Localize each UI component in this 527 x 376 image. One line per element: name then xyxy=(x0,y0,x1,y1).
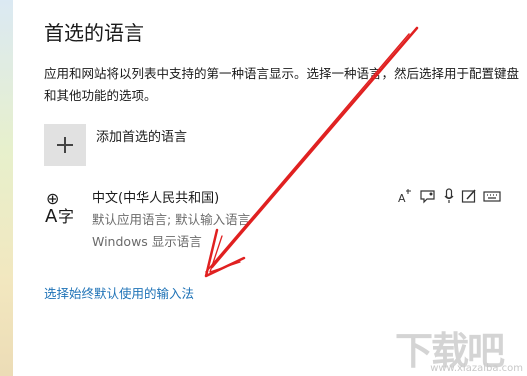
keyboard-icon xyxy=(483,191,501,202)
add-language-label: 添加首选的语言 xyxy=(96,130,188,145)
watermark-logo: 下载吧 www.xiazaiba.com xyxy=(395,318,525,374)
svg-text:字: 字 xyxy=(58,207,74,226)
microphone-icon xyxy=(444,188,454,203)
language-item-chinese[interactable]: ⊕ A 字 中文(中华人民共和国) 默认应用语言; 默认输入语言 Windows… xyxy=(44,184,514,250)
watermark-url: www.xiazaiba.com xyxy=(430,363,523,374)
language-chinese-icon: ⊕ A 字 xyxy=(45,189,74,227)
page-description: 应用和网站将以列表中支持的第一种语言显示。选择一种语言，然后选择用于配置键盘和其… xyxy=(44,66,520,103)
text-to-speech-icon: A xyxy=(398,189,411,204)
language-display-note: Windows 显示语言 xyxy=(92,234,202,249)
speech-recognition-icon xyxy=(420,190,435,204)
language-name: 中文(中华人民共和国) xyxy=(92,191,220,206)
language-status: 默认应用语言; 默认输入语言 xyxy=(92,212,251,227)
handwriting-icon xyxy=(461,189,476,203)
background-strip xyxy=(0,0,13,376)
plus-icon xyxy=(44,124,86,166)
page-title: 首选的语言 xyxy=(44,21,144,45)
default-input-method-link[interactable]: 选择始终默认使用的输入法 xyxy=(44,283,194,302)
add-language-button[interactable]: 添加首选的语言 xyxy=(44,124,187,166)
svg-text:A: A xyxy=(45,206,58,227)
svg-text:A: A xyxy=(398,192,406,204)
language-feature-icons: A xyxy=(397,188,501,204)
